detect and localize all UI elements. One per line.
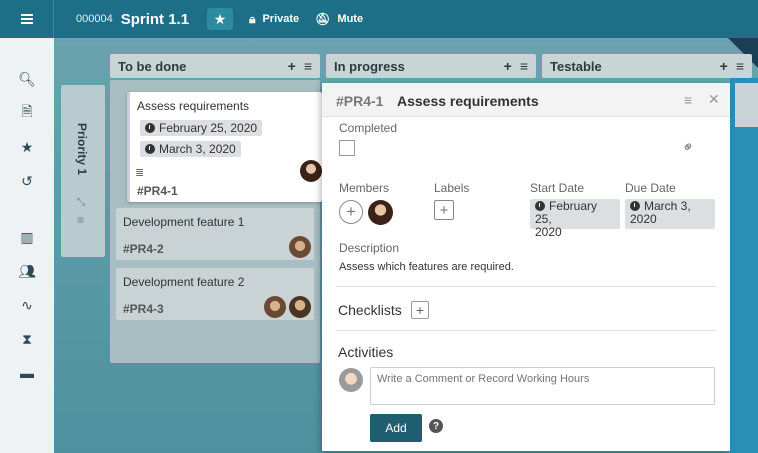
completed-label: Completed bbox=[339, 121, 398, 135]
card-peek[interactable] bbox=[735, 83, 758, 127]
card-assess-requirements[interactable]: Assess requirements February 25, 2020 Ma… bbox=[127, 92, 322, 202]
collapse-icon[interactable]: ⤡ bbox=[77, 197, 85, 208]
search-icon[interactable]: 🔍︎ bbox=[0, 62, 54, 96]
swimlane-priority-1[interactable]: Priority 1 ⤡ ≡ bbox=[61, 85, 105, 257]
add-comment-button[interactable]: Add bbox=[370, 414, 422, 442]
column-menu-icon[interactable]: ≡ bbox=[736, 58, 744, 74]
mute-bell-icon: 🔕︎ bbox=[315, 12, 331, 26]
activities-title: Activities bbox=[338, 344, 394, 360]
board-icon[interactable]: ▥ bbox=[0, 220, 54, 254]
divider bbox=[336, 330, 716, 331]
completed-checkbox[interactable] bbox=[339, 140, 355, 156]
activity-icon[interactable]: ∿ bbox=[0, 288, 54, 322]
sidebar: 🔍︎ 🗎︎ ★ ↺ ▥ 👥︎ ∿ ⧗ ▬ bbox=[0, 38, 54, 453]
avatar bbox=[289, 296, 311, 318]
comment-input[interactable] bbox=[370, 367, 715, 405]
history-icon[interactable]: ↺ bbox=[0, 164, 54, 198]
column-title: In progress bbox=[334, 58, 405, 74]
close-icon[interactable]: ✕ bbox=[708, 91, 720, 108]
add-card-icon[interactable]: + bbox=[504, 58, 512, 74]
mute-label: Mute bbox=[337, 13, 364, 25]
detail-menu-icon[interactable]: ≡ bbox=[684, 92, 692, 108]
column-title: To be done bbox=[118, 58, 187, 74]
star-icon: ★ bbox=[213, 10, 227, 27]
card-development-feature-1[interactable]: Development feature 1 #PR4-2 bbox=[116, 208, 314, 260]
private-label: Private bbox=[262, 13, 300, 25]
start-date: February 25, 2020 bbox=[159, 121, 258, 135]
column-title: Testable bbox=[550, 58, 602, 74]
top-bar: 000004 Sprint 1.1 ★ 🔒︎ Private 🔕︎ Mute bbox=[0, 0, 758, 38]
clock-icon bbox=[145, 123, 155, 133]
star-board-button[interactable]: ★ bbox=[207, 8, 234, 30]
labels-label: Labels bbox=[434, 181, 470, 195]
add-card-icon[interactable]: + bbox=[288, 58, 296, 74]
clock-icon bbox=[535, 201, 545, 211]
due-date-line1: March 3, bbox=[644, 199, 691, 213]
due-date: March 3, 2020 bbox=[159, 142, 236, 156]
swimlane-title: Priority 1 bbox=[75, 123, 89, 176]
card-id: #PR4-3 bbox=[123, 302, 164, 316]
users-icon[interactable]: 👥︎ bbox=[0, 254, 54, 288]
detail-header: #PR4-1 Assess requirements ≡ ✕ bbox=[322, 83, 730, 117]
due-date-label: Due Date bbox=[625, 181, 676, 195]
members-label: Members bbox=[339, 181, 390, 195]
private-toggle[interactable]: 🔒︎ Private bbox=[249, 12, 299, 27]
help-icon[interactable]: ? bbox=[429, 419, 443, 433]
hourglass-icon[interactable]: ⧗ bbox=[0, 322, 54, 356]
star-icon[interactable]: ★ bbox=[0, 130, 54, 164]
board-title[interactable]: Sprint 1.1 bbox=[121, 11, 189, 28]
card-title: Development feature 1 bbox=[123, 215, 245, 229]
lock-icon: 🔒︎ bbox=[249, 11, 256, 26]
member-avatar[interactable] bbox=[368, 200, 393, 225]
avatar bbox=[300, 160, 322, 182]
column-header-to-be-done: To be done + ≡ bbox=[110, 54, 320, 78]
detail-card-title[interactable]: Assess requirements bbox=[397, 93, 539, 109]
description-icon: ≣ bbox=[135, 167, 145, 179]
card-id: #PR4-1 bbox=[137, 184, 178, 198]
add-member-button[interactable]: + bbox=[339, 200, 363, 224]
detail-card-id: #PR4-1 bbox=[336, 93, 384, 109]
avatar bbox=[264, 296, 286, 318]
due-date-chip: March 3, 2020 bbox=[140, 141, 241, 157]
clock-icon bbox=[630, 201, 640, 211]
card-title: Development feature 2 bbox=[123, 275, 245, 289]
swimlane-menu-icon[interactable]: ≡ bbox=[77, 213, 84, 227]
add-label-button[interactable]: + bbox=[434, 200, 454, 220]
card-id: #PR4-2 bbox=[123, 242, 164, 256]
current-user-avatar bbox=[339, 368, 363, 392]
add-card-icon[interactable]: + bbox=[720, 58, 728, 74]
start-date-label: Start Date bbox=[530, 181, 585, 195]
column-menu-icon[interactable]: ≡ bbox=[520, 58, 528, 74]
right-panel-strip bbox=[730, 78, 758, 453]
column-menu-icon[interactable]: ≡ bbox=[304, 58, 312, 74]
start-date-line2: 2020 bbox=[535, 225, 562, 239]
card-title: Assess requirements bbox=[137, 99, 250, 113]
due-date-field[interactable]: March 3, 2020 bbox=[625, 199, 715, 229]
column-header-in-progress: In progress + ≡ bbox=[326, 54, 536, 78]
avatar bbox=[289, 236, 311, 258]
hamburger-menu-button[interactable] bbox=[0, 0, 54, 38]
checklists-title: Checklists bbox=[338, 302, 402, 318]
due-date-line2: 2020 bbox=[630, 212, 657, 226]
board-id: 000004 bbox=[76, 13, 113, 25]
card-development-feature-2[interactable]: Development feature 2 #PR4-3 bbox=[116, 268, 314, 320]
clock-icon bbox=[145, 144, 155, 154]
column-header-testable: Testable + ≡ bbox=[542, 54, 752, 78]
hamburger-icon bbox=[20, 18, 33, 20]
description-text[interactable]: Assess which features are required. bbox=[339, 261, 514, 273]
start-date-field[interactable]: February 25, 2020 bbox=[530, 199, 620, 239]
description-label: Description bbox=[339, 241, 400, 255]
card-detail-panel: #PR4-1 Assess requirements ≡ ✕ Completed… bbox=[322, 83, 730, 451]
link-icon[interactable]: ⚭ bbox=[677, 136, 699, 158]
add-file-icon[interactable]: 🗎︎ bbox=[0, 96, 54, 130]
divider bbox=[336, 286, 716, 287]
mute-toggle[interactable]: 🔕︎ Mute bbox=[315, 12, 363, 26]
start-date-chip: February 25, 2020 bbox=[140, 120, 263, 136]
archive-icon[interactable]: ▬ bbox=[0, 356, 54, 390]
add-checklist-button[interactable]: + bbox=[411, 301, 429, 319]
